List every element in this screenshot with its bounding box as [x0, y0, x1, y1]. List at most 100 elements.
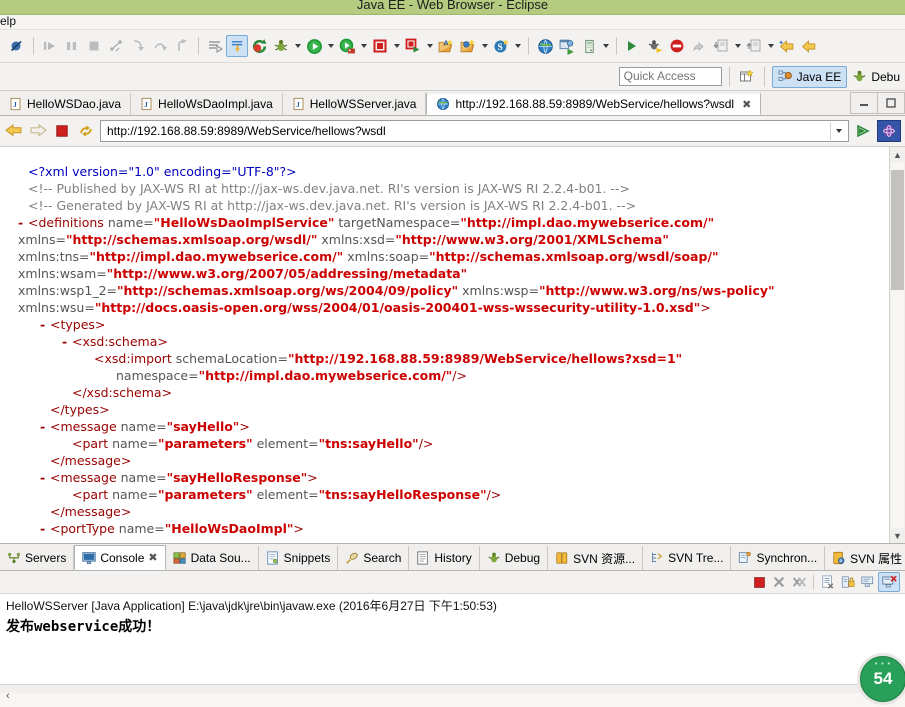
disconnect-icon[interactable] [105, 35, 127, 57]
quick-access-input[interactable] [619, 67, 722, 86]
svn-commit-icon[interactable] [622, 35, 644, 57]
database-icon[interactable] [578, 35, 600, 57]
page-globe-icon[interactable] [877, 120, 901, 142]
svn-update-icon[interactable] [644, 35, 666, 57]
svn-share-icon[interactable] [688, 35, 710, 57]
step-into-icon[interactable] [127, 35, 149, 57]
view-tab-svn[interactable]: SVN 资源... [548, 546, 643, 570]
perspective-debug[interactable]: Debu [847, 67, 905, 87]
run-last-tool-icon[interactable] [402, 35, 424, 57]
view-tab-svn[interactable]: PSVN 属性 [825, 546, 905, 570]
run-server-dropdown-caret-icon[interactable] [358, 36, 369, 56]
view-tab-search[interactable]: Search [338, 546, 409, 570]
editor-tab-hellowsdaoimpl[interactable]: J HelloWsDaoImpl.java [131, 93, 283, 115]
close-icon[interactable]: ✖ [742, 98, 751, 111]
scroll-lock-button[interactable] [838, 573, 858, 591]
open-perspective-icon[interactable] [556, 35, 578, 57]
open-perspective-button[interactable] [737, 67, 757, 87]
back-icon[interactable] [4, 121, 24, 141]
new-web-project-icon[interactable] [457, 35, 479, 57]
editor-window-buttons[interactable] [851, 92, 905, 115]
new-web-project-caret-icon[interactable] [479, 36, 490, 56]
svn-checkin-icon[interactable] [710, 35, 732, 57]
resume-icon[interactable] [39, 35, 61, 57]
perspective-java-ee[interactable]: Java EE [772, 66, 848, 88]
minimize-icon[interactable] [850, 92, 878, 114]
menu-item-help[interactable]: elp [0, 14, 16, 28]
suspend-icon[interactable] [61, 35, 83, 57]
run-dropdown-caret-icon[interactable] [325, 36, 336, 56]
scroll-up-icon[interactable]: ▲ [890, 147, 905, 162]
view-tab-data-sou[interactable]: Data Sou... [166, 546, 259, 570]
scroll-thumb[interactable] [891, 170, 904, 290]
database-caret-icon[interactable] [600, 36, 611, 56]
console-toolbar[interactable] [0, 571, 905, 594]
horizontal-scrollbar[interactable] [0, 693, 905, 707]
pin-console-button[interactable] [858, 573, 878, 591]
view-tab-snippets[interactable]: Snippets [259, 546, 339, 570]
forward-arrow-icon[interactable] [798, 35, 820, 57]
editor-tab-hellowsdao[interactable]: J HelloWSDao.java [0, 93, 131, 115]
run-server-icon[interactable] [336, 35, 358, 57]
view-tab-console[interactable]: Console✖ [74, 545, 165, 570]
browser-toolbar[interactable]: http://192.168.88.59:8989/WebService/hel… [0, 116, 905, 147]
display-selected-console-button[interactable] [878, 572, 900, 592]
editor-tab-hellowsserver[interactable]: J HelloWSServer.java [283, 93, 427, 115]
view-tab-debug[interactable]: Debug [480, 546, 548, 570]
url-bar[interactable]: http://192.168.88.59:8989/WebService/hel… [100, 120, 849, 142]
close-icon[interactable]: ✖ [148, 551, 157, 564]
open-web-browser-icon[interactable] [534, 35, 556, 57]
url-input[interactable]: http://192.168.88.59:8989/WebService/hel… [107, 124, 830, 138]
new-struts-icon[interactable]: S [490, 35, 512, 57]
bottom-view-tab-strip[interactable]: ServersConsole✖Data Sou...SnippetsSearch… [0, 544, 905, 571]
stop-dropdown-caret-icon[interactable] [391, 36, 402, 56]
content-vertical-scrollbar[interactable]: ▲ ▼ [889, 147, 905, 543]
view-tab-synchron[interactable]: Synchron... [731, 546, 825, 570]
step-over-icon[interactable] [149, 35, 171, 57]
svn-checkin-caret-icon[interactable] [732, 36, 743, 56]
xml-collapse-twisty[interactable]: - [40, 316, 50, 333]
back-arrow-icon[interactable] [776, 35, 798, 57]
step-return-icon[interactable] [171, 35, 193, 57]
view-tab-servers[interactable]: Servers [0, 546, 74, 570]
new-wizard-icon[interactable] [226, 35, 248, 57]
view-tab-svn-tre[interactable]: SVN Tre... [643, 546, 731, 570]
scroll-down-icon[interactable]: ▼ [890, 528, 905, 543]
run-last-dropdown-caret-icon[interactable] [424, 36, 435, 56]
new-struts-caret-icon[interactable] [512, 36, 523, 56]
wsdl-xml-view[interactable]: <?xml version="1.0" encoding="UTF-8"?><!… [0, 147, 889, 543]
main-toolbar[interactable]: A S [0, 30, 905, 63]
terminate-console-button[interactable] [749, 573, 769, 591]
terminate-icon[interactable] [83, 35, 105, 57]
go-icon[interactable] [853, 121, 873, 141]
refresh-server-icon[interactable] [248, 35, 270, 57]
run-icon[interactable] [303, 35, 325, 57]
editor-tab-web-browser[interactable]: http://192.168.88.59:8989/WebService/hel… [426, 92, 761, 115]
console-view[interactable]: HelloWSServer [Java Application] E:\java… [0, 594, 905, 684]
xml-collapse-twisty[interactable]: - [40, 418, 50, 435]
url-history-dropdown-icon[interactable] [830, 122, 846, 140]
open-task-icon[interactable] [204, 35, 226, 57]
svn-stop-icon[interactable] [666, 35, 688, 57]
skip-all-breakpoints-icon[interactable] [6, 35, 28, 57]
clear-console-button[interactable] [818, 573, 838, 591]
quick-access-bar[interactable]: Java EE Debu [0, 63, 905, 91]
xml-collapse-twisty[interactable]: - [40, 520, 50, 537]
forward-icon[interactable] [28, 121, 48, 141]
debug-bug-icon[interactable] [270, 35, 292, 57]
xml-collapse-twisty[interactable]: - [40, 469, 50, 486]
view-tab-history[interactable]: History [409, 546, 479, 570]
xml-collapse-twisty[interactable]: - [62, 333, 72, 350]
notification-badge[interactable]: • • • 54 [857, 653, 905, 705]
stop-icon[interactable] [52, 121, 72, 141]
scroll-track[interactable] [891, 162, 904, 528]
stop-icon[interactable] [369, 35, 391, 57]
new-java-class-icon[interactable]: A [435, 35, 457, 57]
debug-dropdown-caret-icon[interactable] [292, 36, 303, 56]
svn-checkout-icon[interactable] [743, 35, 765, 57]
editor-tab-strip[interactable]: J HelloWSDao.java J HelloWsDaoImpl.java … [0, 91, 905, 116]
remove-all-launches-button[interactable] [789, 573, 809, 591]
xml-collapse-twisty[interactable]: - [18, 214, 28, 231]
remove-launch-button[interactable] [769, 573, 789, 591]
refresh-icon[interactable] [76, 121, 96, 141]
